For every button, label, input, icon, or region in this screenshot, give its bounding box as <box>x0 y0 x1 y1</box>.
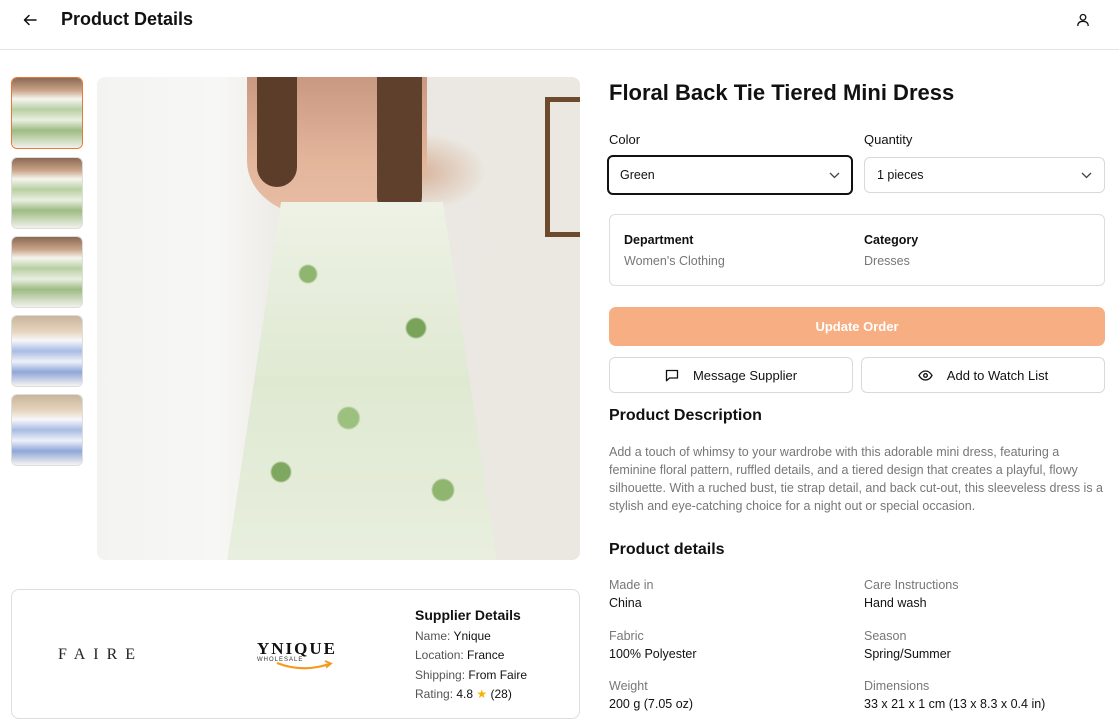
care-instructions-label: Care Instructions <box>864 578 959 592</box>
back-button[interactable] <box>18 8 42 32</box>
dress-graphic <box>227 202 497 560</box>
supplier-card: FAIRE YNIQUE WHOLESALE Supplier Details … <box>11 589 580 719</box>
thumbnail-image <box>12 316 82 386</box>
update-order-button[interactable]: Update Order <box>609 307 1105 346</box>
supplier-details: Supplier Details Name: Ynique Location: … <box>415 606 527 705</box>
model-hair <box>377 77 422 217</box>
faire-logo: FAIRE <box>58 646 144 663</box>
user-icon <box>1077 13 1089 27</box>
color-select-value: Green <box>620 168 655 182</box>
product-title: Floral Back Tie Tiered Mini Dress <box>609 80 955 105</box>
model-hair <box>257 77 297 187</box>
chevron-down-icon <box>829 172 840 178</box>
product-details-title: Product details <box>609 541 725 558</box>
made-in-value: China <box>609 596 642 610</box>
department-value: Women's Clothing <box>624 254 725 268</box>
department-label: Department <box>624 233 694 247</box>
message-supplier-button[interactable]: Message Supplier <box>609 357 853 393</box>
fabric-label: Fabric <box>609 629 644 643</box>
smile-arrow-icon <box>276 660 333 670</box>
supplier-location-label: Location: <box>415 648 464 662</box>
ynique-logo-name: YNIQUE <box>256 639 337 658</box>
page-title: Product Details <box>61 9 194 29</box>
eye-icon <box>918 369 933 381</box>
weight-label: Weight <box>609 679 648 693</box>
quantity-label: Quantity <box>864 132 913 147</box>
care-instructions-value: Hand wash <box>864 596 927 610</box>
thumbnail-4[interactable] <box>11 315 83 387</box>
supplier-rating-count: (28) <box>490 687 512 701</box>
quantity-select-value: 1 pieces <box>877 168 924 182</box>
dimensions-label: Dimensions <box>864 679 930 693</box>
supplier-location: France <box>467 648 505 662</box>
thumbnail-image <box>12 158 82 228</box>
supplier-rating-label: Rating: <box>415 687 454 701</box>
top-bar: Product Details <box>0 0 1119 50</box>
add-to-watch-list-label: Add to Watch List <box>946 367 1049 383</box>
season-label: Season <box>864 629 907 643</box>
add-to-watch-list-button[interactable]: Add to Watch List <box>861 357 1105 393</box>
supplier-shipping-label: Shipping: <box>415 667 466 682</box>
thumbnail-3[interactable] <box>11 236 83 308</box>
thumbnail-image <box>12 237 82 307</box>
color-select[interactable]: Green <box>607 155 853 195</box>
star-icon: ★ <box>476 687 488 701</box>
message-icon <box>665 369 679 381</box>
weight-value: 200 g (7.05 oz) <box>609 697 694 711</box>
supplier-rating: 4.8 <box>456 687 474 701</box>
made-in-label: Made in <box>609 578 654 592</box>
thumbnail-2[interactable] <box>11 157 83 229</box>
fabric-value: 100% Polyester <box>609 647 697 661</box>
quantity-select[interactable]: 1 pieces <box>864 157 1105 193</box>
thumbnail-image <box>12 395 82 465</box>
color-label: Color <box>609 132 641 147</box>
supplier-title: Supplier Details <box>415 607 521 623</box>
supplier-name: Ynique <box>453 628 491 643</box>
thumbnail-5[interactable] <box>11 394 83 466</box>
thumbnail-image <box>12 78 82 148</box>
message-supplier-label: Message Supplier <box>692 367 798 383</box>
chevron-down-icon <box>1081 172 1092 178</box>
category-label: Category <box>864 233 919 247</box>
profile-button[interactable] <box>1071 8 1095 32</box>
department-category-card: Department Women's Clothing Category Dre… <box>609 214 1105 286</box>
supplier-location-row: Location: France <box>415 646 527 666</box>
supplier-rating-row: Rating: 4.8 ★ (28) <box>415 685 527 705</box>
supplier-shipping-row: Shipping: From Faire <box>415 666 527 686</box>
wall-frame <box>545 97 580 237</box>
season-value: Spring/Summer <box>864 647 951 661</box>
product-description-text: Add a touch of whimsy to your wardrobe w… <box>609 445 1104 513</box>
supplier-name-row: Name: Ynique <box>415 627 527 647</box>
ynique-logo: YNIQUE WHOLESALE <box>255 639 339 670</box>
product-description-title: Product Description <box>609 407 762 424</box>
thumbnail-1[interactable] <box>11 77 83 149</box>
main-product-image <box>97 77 580 560</box>
dimensions-value: 33 x 21 x 1 cm (13 x 8.3 x 0.4 in) <box>864 697 1046 711</box>
supplier-shipping: From Faire <box>468 667 528 682</box>
arrow-left-icon <box>23 14 37 26</box>
supplier-name-label: Name: <box>415 628 451 643</box>
category-value: Dresses <box>864 254 910 268</box>
